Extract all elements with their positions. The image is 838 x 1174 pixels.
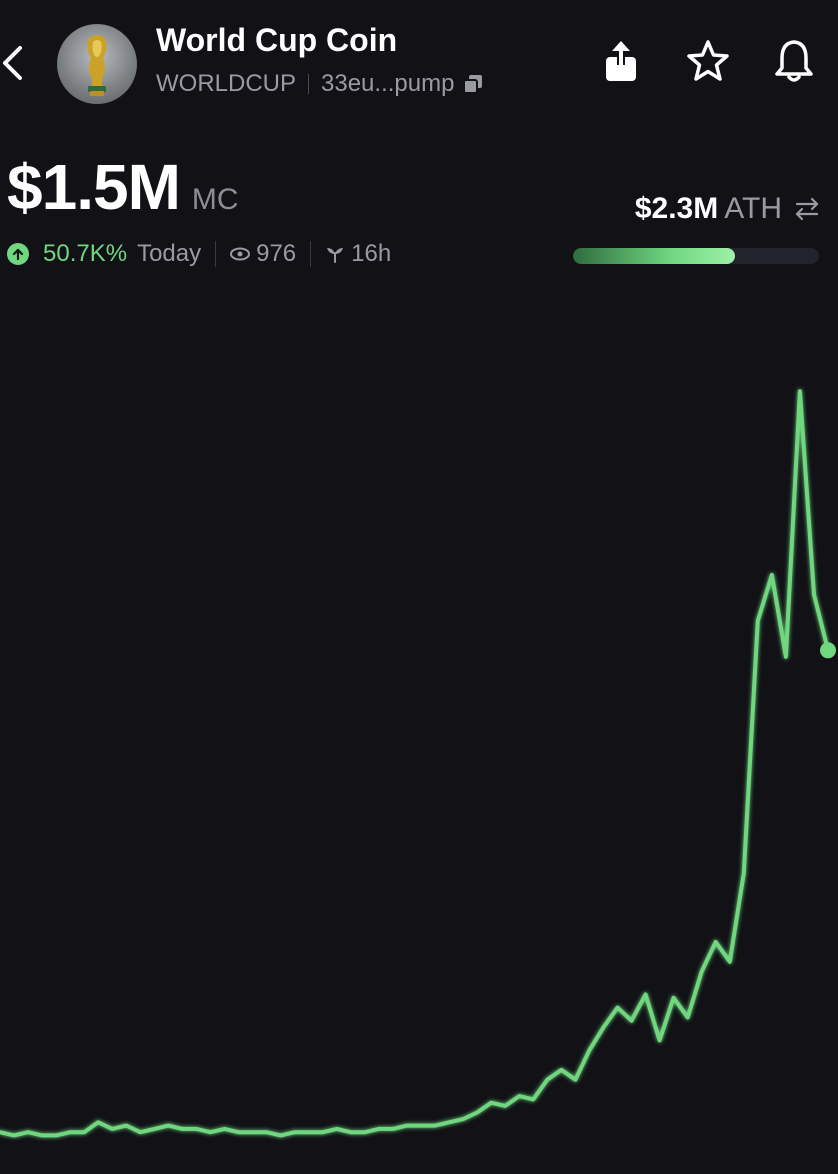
viewer-count: 976 <box>256 240 297 267</box>
eye-icon <box>230 247 251 261</box>
market-cap: $1.5M MC <box>7 150 239 224</box>
token-age: 16h <box>351 240 392 267</box>
token-header: World Cup Coin WORLDCUP 33eu...pump <box>0 0 838 130</box>
ath-row: $2.3M ATH <box>635 192 820 226</box>
favorite-button[interactable] <box>684 37 732 85</box>
market-cap-label: MC <box>191 183 239 216</box>
coin-name: World Cup Coin <box>156 22 398 58</box>
token-meta: WORLDCUP 33eu...pump <box>156 70 484 98</box>
swap-icon[interactable] <box>794 197 820 221</box>
market-cap-value: $1.5M <box>7 151 181 223</box>
star-icon <box>687 40 729 81</box>
price-chart[interactable] <box>0 300 838 1174</box>
divider <box>215 241 217 267</box>
share-icon <box>606 41 636 81</box>
trophy-logo <box>87 35 107 96</box>
bell-icon <box>775 40 813 82</box>
copy-icon[interactable] <box>462 73 484 95</box>
ath-progress-bar <box>573 248 819 264</box>
chevron-left-icon <box>3 46 22 80</box>
sprout-icon <box>325 244 345 264</box>
ticker-label: WORLDCUP <box>156 70 297 97</box>
alert-button[interactable] <box>770 37 818 85</box>
token-avatar <box>57 24 137 104</box>
price-series-line <box>0 389 830 1138</box>
arrow-up-icon <box>7 243 29 265</box>
contract-address[interactable]: 33eu...pump <box>321 70 454 98</box>
share-button[interactable] <box>597 37 645 85</box>
ath-value: $2.3M <box>634 192 719 225</box>
change-period: Today <box>137 240 202 267</box>
ath-progress-fill <box>573 248 736 264</box>
current-price-dot <box>820 642 836 659</box>
chart-series <box>0 389 836 1138</box>
ath-label: ATH <box>724 192 782 225</box>
stats-row: 50.7K% Today 976 16h <box>7 240 391 268</box>
back-button[interactable] <box>0 40 30 86</box>
change-percent: 50.7K% <box>43 240 128 267</box>
divider <box>308 74 310 94</box>
divider <box>310 241 312 267</box>
